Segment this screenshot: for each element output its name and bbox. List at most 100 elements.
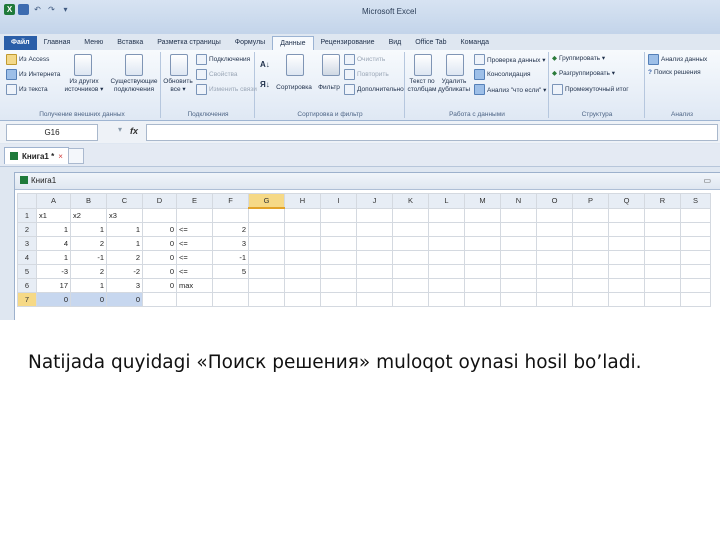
cell[interactable] xyxy=(320,264,357,279)
column-header[interactable]: I xyxy=(320,193,357,209)
cell[interactable] xyxy=(680,278,711,293)
cell[interactable] xyxy=(608,207,645,223)
cell[interactable]: <= xyxy=(176,236,213,251)
cell[interactable]: 0 xyxy=(142,222,177,237)
connections-button[interactable]: Подключения xyxy=(196,54,250,65)
cell[interactable] xyxy=(464,278,501,293)
cell[interactable]: x1 xyxy=(36,207,71,223)
row-header[interactable]: 7 xyxy=(17,292,37,307)
cell[interactable] xyxy=(536,236,573,251)
cell[interactable]: 0 xyxy=(36,292,71,307)
sort-button[interactable]: Сортировка xyxy=(274,84,314,92)
cell[interactable]: <= xyxy=(176,250,213,265)
column-header[interactable]: H xyxy=(284,193,321,209)
cell[interactable] xyxy=(392,264,429,279)
cell[interactable] xyxy=(680,292,711,307)
cell[interactable] xyxy=(320,222,357,237)
tab-formulas[interactable]: Формулы xyxy=(228,36,272,50)
cell[interactable]: <= xyxy=(176,222,213,237)
row-header[interactable]: 3 xyxy=(17,236,37,251)
row-header[interactable]: 5 xyxy=(17,264,37,279)
row-header[interactable]: 2 xyxy=(17,222,37,237)
cell[interactable] xyxy=(464,222,501,237)
cell[interactable] xyxy=(320,250,357,265)
cell[interactable] xyxy=(572,264,609,279)
tab-menu[interactable]: Меню xyxy=(77,36,110,50)
advanced-filter-button[interactable]: Дополнительно xyxy=(344,84,404,95)
cell[interactable]: -2 xyxy=(106,264,143,279)
cell[interactable]: 5 xyxy=(212,264,249,279)
cell[interactable]: 2 xyxy=(212,222,249,237)
cell[interactable] xyxy=(284,250,321,265)
cell[interactable] xyxy=(500,264,537,279)
cell[interactable]: 3 xyxy=(212,236,249,251)
cell[interactable] xyxy=(428,250,465,265)
cell[interactable] xyxy=(536,292,573,307)
cell[interactable]: <= xyxy=(176,264,213,279)
sort-za-button[interactable]: Я↓ xyxy=(260,80,270,89)
cell[interactable] xyxy=(248,236,285,251)
cell[interactable] xyxy=(392,207,429,223)
cell[interactable] xyxy=(680,250,711,265)
cell[interactable] xyxy=(464,250,501,265)
cell[interactable] xyxy=(284,292,321,307)
cell[interactable]: 1 xyxy=(36,222,71,237)
cell[interactable] xyxy=(356,278,393,293)
from-access-button[interactable]: Из Access xyxy=(6,54,49,65)
cell[interactable] xyxy=(392,292,429,307)
cell[interactable] xyxy=(428,207,465,223)
cell[interactable] xyxy=(284,222,321,237)
undo-icon[interactable]: ↶ xyxy=(32,4,43,15)
save-icon[interactable] xyxy=(18,4,29,15)
cell[interactable] xyxy=(142,207,177,223)
tab-review[interactable]: Рецензирование xyxy=(314,36,382,50)
tab-team[interactable]: Команда xyxy=(454,36,497,50)
cell[interactable] xyxy=(608,278,645,293)
column-header[interactable]: B xyxy=(70,193,107,209)
column-header[interactable]: A xyxy=(36,193,71,209)
properties-button[interactable]: Свойства xyxy=(196,69,238,80)
redo-icon[interactable]: ↷ xyxy=(46,4,57,15)
tab-office-tab[interactable]: Office Tab xyxy=(408,36,453,50)
cell[interactable] xyxy=(320,207,357,223)
cell[interactable]: 0 xyxy=(142,278,177,293)
cell[interactable]: 2 xyxy=(70,264,107,279)
tab-home[interactable]: Главная xyxy=(37,36,78,50)
cell[interactable] xyxy=(500,250,537,265)
row-header[interactable]: 1 xyxy=(17,207,37,223)
cell[interactable] xyxy=(356,207,393,223)
cell[interactable] xyxy=(644,250,681,265)
cell[interactable]: 0 xyxy=(142,236,177,251)
cell[interactable] xyxy=(176,292,213,307)
cell[interactable] xyxy=(644,236,681,251)
row-header[interactable]: 6 xyxy=(17,278,37,293)
cell[interactable]: 0 xyxy=(106,292,143,307)
cell[interactable] xyxy=(392,278,429,293)
cell[interactable]: 1 xyxy=(70,278,107,293)
cell[interactable] xyxy=(428,292,465,307)
cell[interactable] xyxy=(536,250,573,265)
select-all-corner[interactable] xyxy=(17,193,37,209)
cell[interactable]: 0 xyxy=(142,250,177,265)
cell[interactable]: 17 xyxy=(36,278,71,293)
cell[interactable]: 0 xyxy=(70,292,107,307)
cell[interactable] xyxy=(572,236,609,251)
filter-button[interactable]: Фильтр xyxy=(314,84,344,92)
column-header[interactable]: D xyxy=(142,193,177,209)
from-web-button[interactable]: Из Интернета xyxy=(6,69,60,80)
cell[interactable] xyxy=(572,292,609,307)
cell[interactable] xyxy=(428,222,465,237)
cell[interactable] xyxy=(680,207,711,223)
cell[interactable] xyxy=(212,207,249,223)
column-header[interactable]: M xyxy=(464,193,501,209)
what-if-button[interactable]: Анализ "что если" ▾ xyxy=(474,84,546,95)
column-header[interactable]: K xyxy=(392,193,429,209)
column-header[interactable]: F xyxy=(212,193,249,209)
cell[interactable] xyxy=(608,250,645,265)
cell[interactable]: max xyxy=(176,278,213,293)
text-to-columns-button[interactable]: Текст по столбцам xyxy=(406,78,438,94)
cell[interactable] xyxy=(608,236,645,251)
cell[interactable] xyxy=(536,207,573,223)
cell[interactable]: -1 xyxy=(212,250,249,265)
cell[interactable] xyxy=(680,236,711,251)
